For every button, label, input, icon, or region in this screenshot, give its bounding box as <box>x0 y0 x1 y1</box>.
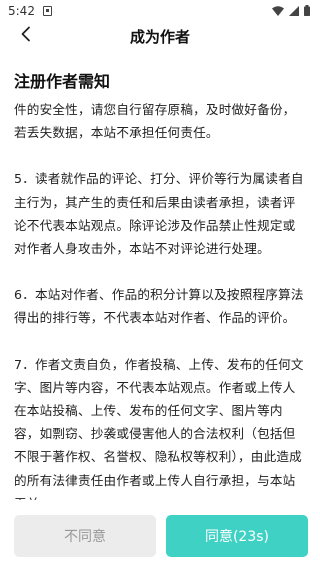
wifi-icon <box>272 5 284 16</box>
status-time: 5:42 <box>8 4 35 18</box>
notification-icon <box>42 6 52 16</box>
status-icons <box>272 5 310 16</box>
notice-paragraph: 7．作者文责自负，作者投稿、上传、发布的任何文字、图片等内容，不代表本站观点。作… <box>14 356 304 500</box>
action-bar: 不同意 同意(23s) <box>14 515 308 557</box>
signal-icon <box>289 5 299 16</box>
notice-paragraph: 6．本站对作者、作品的积分计算以及按照程序算法得出的排行等，不代表本站对作者、作… <box>14 287 304 326</box>
battery-icon <box>304 5 310 16</box>
page-title: 成为作者 <box>129 28 190 46</box>
agree-button[interactable]: 同意(23s) <box>166 515 308 557</box>
status-bar: 5:42 <box>0 0 320 22</box>
notice-paragraph: 件的安全性，请您自行留存原稿，及时做好备份，若丢失数据，本站不承担任何责任。 <box>14 102 296 141</box>
header: 成为作者 <box>0 22 320 52</box>
notice-paragraph: 5．读者就作品的评论、打分、评价等行为属读者自主行为，其产生的责任和后果由读者承… <box>14 171 304 257</box>
notice-content[interactable]: 注册作者需知 件的安全性，请您自行留存原稿，及时做好备份，若丢失数据，本站不承担… <box>14 62 308 500</box>
notice-title: 注册作者需知 <box>14 72 111 91</box>
disagree-button[interactable]: 不同意 <box>14 515 156 557</box>
